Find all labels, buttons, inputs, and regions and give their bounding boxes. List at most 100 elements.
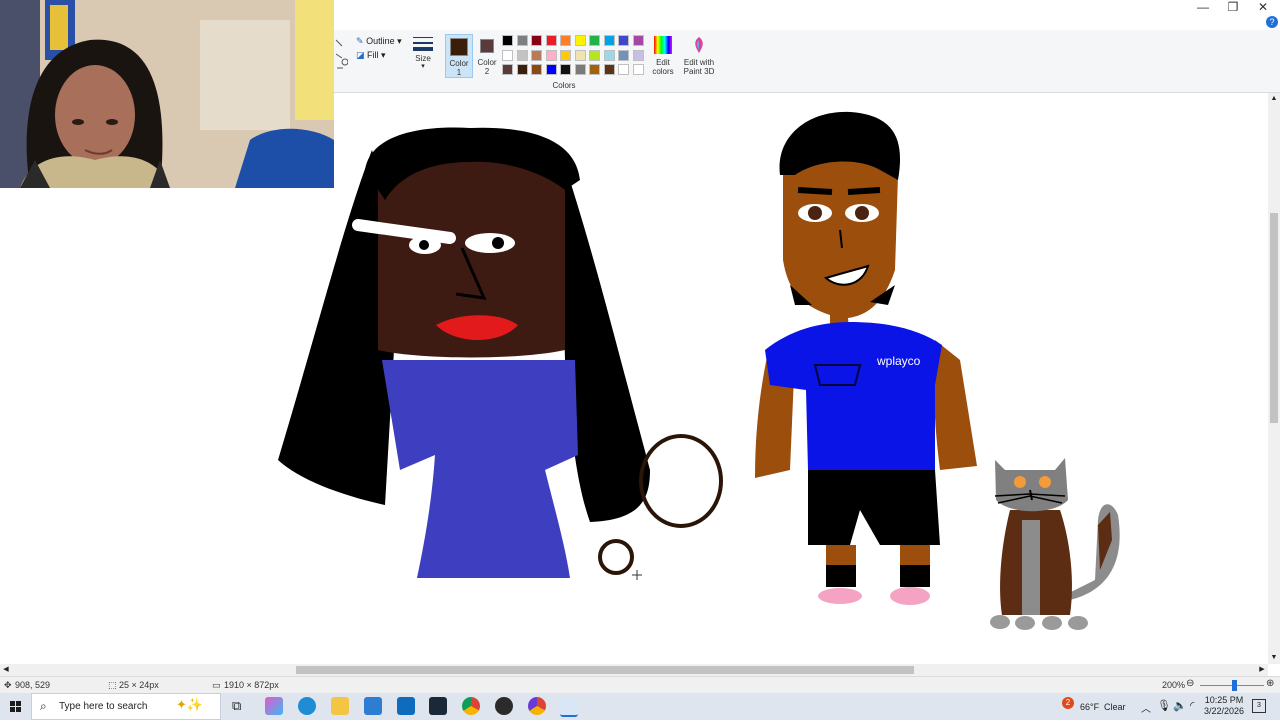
palette-swatch[interactable] bbox=[632, 49, 644, 61]
microphone-icon[interactable]: 🎙 bbox=[1157, 699, 1171, 712]
color-palette bbox=[502, 35, 646, 77]
palette-swatch[interactable] bbox=[589, 64, 600, 75]
color2-button[interactable]: Color 2 bbox=[476, 34, 498, 78]
color1-button[interactable]: Color 1 bbox=[445, 34, 473, 78]
edit-with-paint3d-button[interactable]: Edit with Paint 3D bbox=[682, 36, 716, 76]
outline-dropdown[interactable]: ✎ Outline ▾ bbox=[356, 36, 402, 47]
zoom-out-button[interactable]: ⊖ bbox=[1186, 678, 1194, 689]
zoom-in-button[interactable]: ⊕ bbox=[1266, 678, 1274, 689]
palette-swatch[interactable] bbox=[560, 35, 571, 46]
wifi-icon[interactable]: ◜ bbox=[1190, 699, 1194, 712]
volume-icon[interactable]: 🔈 bbox=[1173, 699, 1187, 712]
zoom-slider-thumb[interactable] bbox=[1232, 680, 1237, 691]
color1-chip bbox=[450, 38, 468, 56]
palette-swatch[interactable] bbox=[574, 64, 586, 75]
taskbar: ⌕ Type here to search ✦✨ ⧉ 2 66°F Clear … bbox=[0, 693, 1280, 720]
weather-widget[interactable]: 2 66°F Clear bbox=[1062, 697, 1132, 717]
close-button[interactable]: ✕ bbox=[1248, 0, 1278, 14]
obs-icon[interactable] bbox=[495, 697, 513, 715]
palette-swatch[interactable] bbox=[516, 35, 528, 46]
palette-swatch[interactable] bbox=[502, 64, 513, 75]
scroll-left-arrow[interactable]: ◀ bbox=[0, 664, 12, 676]
palette-swatch[interactable] bbox=[589, 35, 600, 46]
rainbow-icon bbox=[654, 36, 672, 54]
terminal-icon[interactable] bbox=[429, 697, 447, 715]
shape-tools-icon[interactable] bbox=[334, 36, 349, 76]
palette-swatch[interactable] bbox=[531, 49, 542, 61]
palette-swatch[interactable] bbox=[574, 35, 586, 46]
horizontal-scrollbar[interactable]: ◀ ▶ bbox=[0, 664, 1268, 676]
edge-icon[interactable] bbox=[298, 697, 316, 715]
paint-icon[interactable] bbox=[560, 697, 578, 717]
zoom-slider[interactable] bbox=[1200, 680, 1264, 691]
pencil-icon: ✎ bbox=[356, 36, 364, 46]
selection-size-icon: ⬚ bbox=[108, 680, 117, 690]
palette-swatch[interactable] bbox=[618, 49, 629, 61]
chrome-profile-icon[interactable] bbox=[528, 697, 546, 715]
palette-swatch[interactable] bbox=[502, 35, 513, 46]
palette-swatch[interactable] bbox=[531, 35, 542, 46]
vertical-scroll-thumb[interactable] bbox=[1270, 213, 1278, 423]
show-hidden-icons[interactable]: ︿ bbox=[1141, 700, 1151, 715]
vertical-scrollbar[interactable]: ▲ ▼ bbox=[1268, 93, 1280, 664]
boy-shorts bbox=[808, 470, 940, 545]
palette-swatch[interactable] bbox=[632, 64, 644, 75]
clock[interactable]: 10:25 PM 3/22/2026 bbox=[1204, 695, 1244, 717]
paint3d-icon bbox=[695, 37, 703, 53]
horizontal-scroll-thumb[interactable] bbox=[296, 666, 914, 674]
palette-swatch[interactable] bbox=[545, 49, 557, 61]
palette-swatch[interactable] bbox=[516, 64, 528, 75]
cursor-position: 908, 529 bbox=[15, 680, 51, 690]
cat-eye-right bbox=[1039, 476, 1051, 488]
cat-eye-left bbox=[1014, 476, 1026, 488]
minimize-button[interactable]: — bbox=[1188, 0, 1218, 14]
file-explorer-icon[interactable] bbox=[331, 697, 349, 715]
boy-shoe-right bbox=[890, 587, 930, 605]
search-placeholder: Type here to search bbox=[59, 701, 148, 712]
boy-arm-right bbox=[933, 340, 977, 470]
palette-swatch[interactable] bbox=[560, 49, 571, 61]
palette-swatch[interactable] bbox=[618, 35, 629, 46]
palette-swatch[interactable] bbox=[618, 64, 629, 75]
store-icon[interactable] bbox=[364, 697, 382, 715]
scroll-down-arrow[interactable]: ▼ bbox=[1268, 652, 1280, 664]
taskbar-search[interactable]: ⌕ Type here to search ✦✨ bbox=[31, 693, 221, 720]
palette-swatch[interactable] bbox=[516, 49, 528, 61]
palette-swatch[interactable] bbox=[603, 35, 615, 46]
boy-shoe-left bbox=[818, 588, 862, 604]
palette-swatch[interactable] bbox=[589, 49, 600, 61]
palette-swatch[interactable] bbox=[603, 64, 615, 75]
search-highlight-icon: ✦✨ bbox=[176, 697, 204, 712]
canvas-size-icon: ▭ bbox=[212, 680, 221, 690]
start-button[interactable] bbox=[0, 693, 31, 720]
palette-swatch[interactable] bbox=[603, 49, 615, 61]
copilot-icon[interactable] bbox=[265, 697, 283, 715]
palette-swatch[interactable] bbox=[560, 64, 571, 75]
palette-swatch[interactable] bbox=[545, 35, 557, 46]
fill-dropdown[interactable]: ◪ Fill ▾ bbox=[356, 50, 386, 61]
palette-swatch[interactable] bbox=[574, 49, 586, 61]
scroll-up-arrow[interactable]: ▲ bbox=[1268, 93, 1280, 105]
task-view-icon[interactable]: ⧉ bbox=[232, 698, 248, 714]
cat-figure bbox=[990, 458, 1120, 630]
palette-swatch[interactable] bbox=[531, 64, 542, 75]
palette-swatch[interactable] bbox=[545, 64, 557, 75]
girl-eye-right bbox=[465, 233, 515, 253]
clock-date: 3/22/2026 bbox=[1204, 706, 1245, 716]
chrome-icon[interactable] bbox=[462, 697, 480, 715]
help-icon[interactable]: ? bbox=[1266, 16, 1278, 28]
notification-center-icon[interactable]: 3 bbox=[1252, 699, 1266, 713]
zoom-level: 200% bbox=[1162, 680, 1186, 690]
size-button[interactable]: Size ▾ bbox=[412, 34, 434, 76]
webcam-overlay bbox=[0, 0, 334, 188]
palette-swatch[interactable] bbox=[502, 49, 513, 61]
palette-swatch[interactable] bbox=[632, 35, 644, 46]
colors-group-label: Colors bbox=[552, 81, 576, 90]
scroll-right-arrow[interactable]: ▶ bbox=[1256, 664, 1268, 676]
edit-colors-button[interactable]: Edit colors bbox=[650, 36, 676, 76]
shirt-text: wplayco bbox=[876, 354, 921, 368]
ribbon: ✎ Outline ▾ ◪ Fill ▾ Size ▾ Color 1 Colo… bbox=[334, 30, 1280, 93]
outlook-icon[interactable] bbox=[397, 697, 415, 715]
crosshair-cursor bbox=[632, 570, 642, 580]
restore-button[interactable]: ❐ bbox=[1218, 0, 1248, 14]
